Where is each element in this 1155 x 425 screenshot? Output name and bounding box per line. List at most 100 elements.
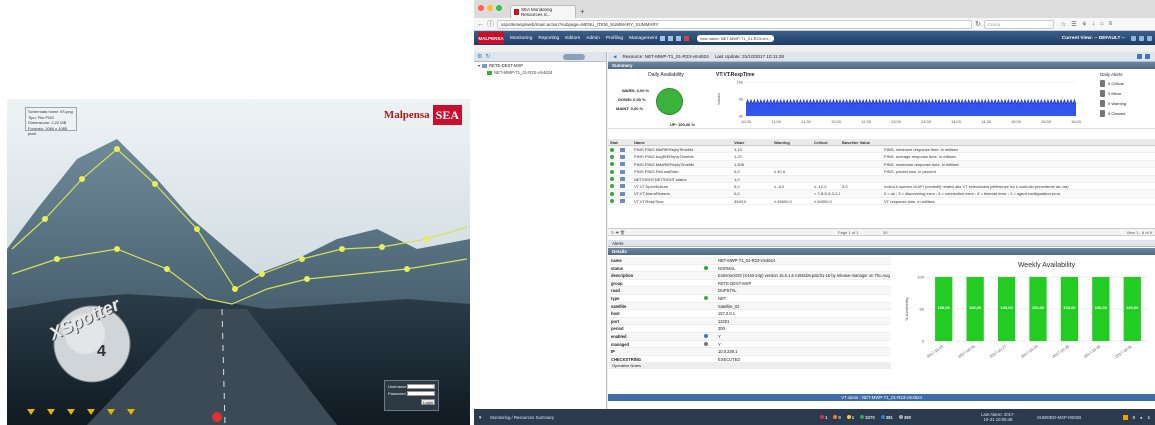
folder-icon — [482, 63, 488, 68]
detail-value: 12201 — [718, 318, 730, 324]
settings-icon[interactable] — [1131, 35, 1136, 41]
back-icon[interactable]: ◀ — [613, 54, 617, 60]
page-size-select[interactable]: 30 — [883, 229, 887, 236]
reload-icon[interactable]: ↻ — [975, 20, 981, 28]
alert-cleared[interactable]: 0 Cleared — [1100, 110, 1155, 117]
summary-panel: Daily Availability WARN: 0,00 % DOWN: 0,… — [608, 69, 1155, 129]
table-row[interactable]: PING.PING.PktLossRate 0,0 ≥ 40,0 PING, pack… — [608, 168, 1155, 176]
pager-label: Page 1 of 1 — [838, 230, 859, 235]
download-icon[interactable]: ↓ — [1092, 21, 1095, 28]
toolbar-icon[interactable] — [668, 35, 674, 41]
refresh-icon[interactable] — [1137, 54, 1142, 59]
logout-icon[interactable] — [1147, 35, 1152, 41]
table-row[interactable]: PING.PING.MinRtEReplyTimeMs 1,13 PING, min… — [608, 146, 1155, 154]
help-icon[interactable] — [1139, 35, 1144, 41]
reader-icon[interactable]: ☰ — [1071, 21, 1076, 28]
column-header[interactable]: Name — [632, 139, 732, 145]
table-row[interactable]: VT.VT.RespTime 3943,0 ≥ 45000,0 ≥ 54000,0 VT… — [608, 198, 1155, 206]
folder-icon[interactable] — [1122, 414, 1128, 420]
user-icon[interactable]: ● — [1140, 415, 1143, 420]
detail-icon — [694, 348, 718, 355]
counter-critical[interactable]: 1 — [820, 415, 827, 420]
table-row[interactable]: PING.PING.AvgRtEReplyTimeMs 1,22 PING, ave… — [608, 153, 1155, 161]
table-row[interactable]: VT.VT.SpecificNum 5,0 ≤ -6,0 ≤ -12,0 5,0 Indi… — [608, 183, 1155, 191]
counter-normal[interactable]: 3370 — [860, 415, 875, 420]
details-section-header[interactable]: Details — [608, 248, 1155, 255]
x-tick-label: 13:30 — [921, 119, 932, 124]
alerts-section-header[interactable]: Alerts — [608, 240, 1155, 247]
detail-row: name NET-MWP-T1_01-R23-vm4624 — [609, 257, 891, 265]
counter-unknown[interactable]: 381 — [880, 415, 893, 420]
metric-description: VT response time, in millisec — [884, 198, 935, 204]
info-icon[interactable]: ⓘ — [487, 19, 494, 29]
current-view[interactable]: Current View: -- DEFAULT -- — [1062, 36, 1125, 41]
metric-description: PING, packet loss, in percent — [884, 169, 936, 175]
summary-section-header[interactable]: Summary — [608, 62, 1155, 69]
menu-management[interactable]: Management — [629, 36, 657, 41]
table-row[interactable]: PING.PING.MaxRtEReplyTimeMs 1,406 PING, ma… — [608, 160, 1155, 169]
toolbar-icon[interactable] — [660, 35, 666, 41]
menu-icon[interactable]: ≡ — [1109, 21, 1113, 28]
menu-editors[interactable]: Editors — [565, 36, 580, 41]
detail-value: NET-MWP-T1_01-R23-vm4624 — [718, 258, 776, 263]
tree-filter-toggle[interactable] — [563, 53, 585, 60]
counter-minor[interactable]: 1 — [846, 415, 854, 420]
password-input[interactable] — [407, 391, 435, 396]
host-selector[interactable]: new name: NET-MWP-T1_01-R23-vm... — [697, 34, 775, 42]
grid-icon[interactable] — [1145, 54, 1150, 59]
column-header[interactable]: Value — [732, 139, 772, 145]
search-input[interactable]: Cerca — [983, 19, 1054, 29]
column-header[interactable]: Critical — [812, 139, 840, 145]
home-icon[interactable]: ⌂ — [1100, 21, 1104, 28]
detail-row: IP 10.0.239.1 — [609, 348, 891, 356]
x-tick-label: 14:00 — [951, 119, 962, 124]
close-window-button[interactable] — [478, 5, 484, 11]
table-row[interactable]: NETSIGHT.NETSIGHT.status 1,0 — [608, 175, 1155, 183]
expand-icon[interactable]: ▾ — [478, 62, 480, 69]
refresh-icon[interactable]: ↻ — [485, 53, 490, 60]
detail-value: 10.0.239.1 — [718, 349, 738, 355]
username-input[interactable] — [407, 384, 435, 389]
menu-reporting[interactable]: Reporting — [538, 36, 559, 41]
column-header[interactable] — [618, 139, 632, 145]
zoom-window-button[interactable] — [496, 5, 502, 11]
star-icon[interactable]: ☆ — [1061, 21, 1066, 28]
counter-total[interactable]: 380 — [898, 415, 911, 420]
menu-admin[interactable]: Admin — [586, 36, 600, 41]
table-row[interactable]: VT.VT.AlarmReason 0,0 = 7-8-5-4-3-2-1 0 = o… — [608, 190, 1155, 198]
column-header[interactable] — [882, 139, 1155, 145]
column-header[interactable]: Warning — [772, 139, 812, 145]
alert-minor[interactable]: 0 Minor — [1100, 90, 1155, 97]
alert-critical[interactable]: 0 Critical — [1100, 80, 1155, 87]
column-header[interactable]: Status — [608, 139, 618, 145]
counter-major[interactable]: 0 — [833, 415, 841, 420]
column-header[interactable]: Baseline Value — [840, 139, 882, 145]
new-tab-button[interactable]: + — [580, 6, 585, 18]
pager-tools[interactable]: ↻ ✚ 🗑 — [611, 229, 625, 236]
browser-toolbar: ☆ ☰ ⚘ ↓ ⌂ ≡ — [1061, 21, 1112, 28]
host-label: SUMOBO-MXP-I00SIB — [1037, 414, 1082, 420]
y-tick-label: 0k — [739, 114, 743, 119]
xspotter-version: 4 — [97, 343, 106, 360]
alarm-icon[interactable] — [684, 35, 690, 41]
x-tick-label: 2017-10-31 — [1115, 345, 1133, 359]
address-input[interactable]: xspotterwsp/web/main.action?subpage=MENU… — [497, 19, 972, 29]
back-icon[interactable]: ← — [477, 21, 484, 28]
detail-row: type NET — [609, 295, 891, 303]
status-right: 0 ● 1 — [1122, 414, 1150, 420]
minimize-window-button[interactable] — [487, 5, 493, 11]
menu-monitoring[interactable]: Monitoring — [510, 36, 532, 41]
tree-node-root[interactable]: ▾ RETE-DEST-MXP — [474, 62, 606, 69]
operative-notes[interactable]: Operative Notes — [609, 363, 891, 370]
menu-profiling[interactable]: Profiling — [606, 36, 623, 41]
menu-icon[interactable]: ▼ — [478, 415, 482, 420]
alert-warning[interactable]: 0 Warning — [1100, 100, 1155, 107]
login-button[interactable]: Login — [421, 399, 435, 405]
toolbar-icon[interactable] — [676, 35, 682, 41]
settings-icon[interactable]: ⚙ — [477, 53, 482, 60]
metric-critical — [812, 161, 840, 167]
detail-key: managed — [611, 341, 629, 347]
browser-tab[interactable]: SEA Monitoring Resources S... — [510, 5, 576, 18]
shield-icon[interactable]: ⚘ — [1082, 21, 1087, 28]
tree-node-child[interactable]: NET-MWP-T1_01-R23-vm4624 — [474, 69, 606, 76]
